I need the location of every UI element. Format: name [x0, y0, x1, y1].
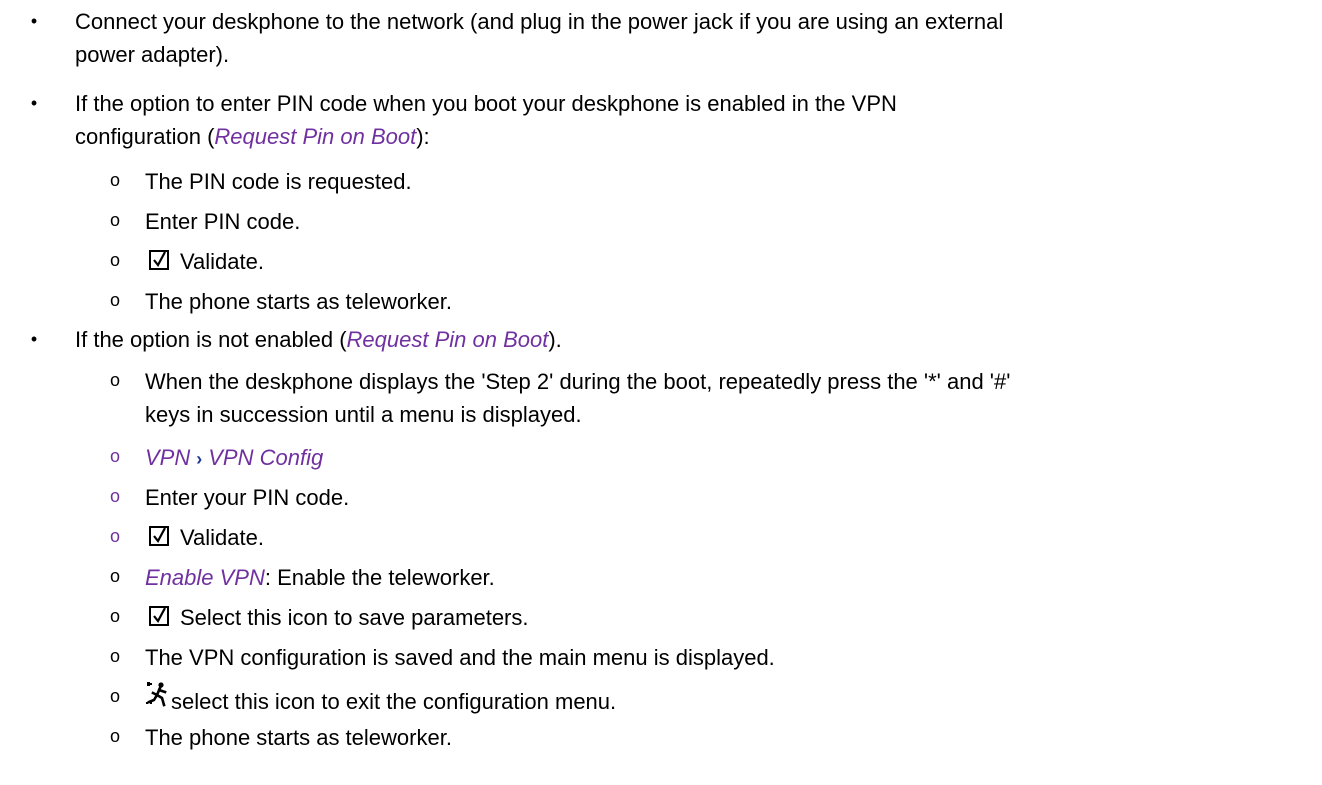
bullet-pin-enabled: • If the option to enter PIN code when y…	[31, 87, 1302, 153]
sub-item: o Enter your PIN code.	[110, 481, 1302, 514]
sub-item-text: select this icon to exit the configurati…	[171, 689, 617, 714]
sub-item: o Validate.	[110, 521, 1302, 554]
sub-marker: o	[109, 728, 121, 748]
sub-item: o The phone starts as teleworker.	[110, 285, 1302, 318]
sub-item: o The VPN configuration is saved and the…	[110, 641, 1302, 674]
sub-item: o select this icon to exit the configura…	[110, 681, 1302, 718]
sub-marker: o	[109, 688, 121, 708]
sub-marker: o	[109, 252, 121, 272]
sub-item: o The phone starts as teleworker.	[110, 721, 1302, 754]
document-page: • Connect your deskphone to the network …	[0, 0, 1322, 785]
sub-item-text: Select this icon to save parameters.	[180, 605, 529, 630]
sub-item-text: keys in succession until a menu is displ…	[145, 402, 582, 427]
sub-item-text: Enter your PIN code.	[145, 485, 350, 510]
sub-item: o Select this icon to save parameters.	[110, 601, 1302, 634]
bullet-marker: •	[30, 93, 38, 113]
bullet-text: Connect your deskphone to the network (a…	[75, 9, 1004, 34]
running-man-exit-icon	[146, 682, 167, 707]
bullet-text: power adapter).	[75, 42, 230, 67]
request-pin-on-boot-link: Request Pin on Boot	[214, 124, 417, 149]
sub-marker: o	[109, 292, 121, 312]
checkbox-validate-icon	[149, 526, 169, 546]
sub-marker: o	[109, 448, 121, 468]
bullet-text: ):	[416, 124, 430, 149]
sub-marker: o	[109, 568, 121, 588]
bullet-text: configuration (	[75, 124, 215, 149]
sub-item: o When the deskphone displays the 'Step …	[110, 365, 1302, 431]
sub-marker: o	[109, 488, 121, 508]
bullet-text: If the option to enter PIN code when you…	[75, 91, 897, 116]
bullet-marker: •	[30, 11, 38, 31]
sub-item-text: When the deskphone displays the 'Step 2'…	[145, 369, 1011, 394]
sub-item-text: Validate.	[180, 525, 264, 550]
bullet-connect-deskphone: • Connect your deskphone to the network …	[31, 5, 1302, 71]
vpn-config-menu-link: VPN Config	[208, 445, 324, 470]
bullet-marker: •	[30, 329, 38, 349]
sub-marker: o	[109, 608, 121, 628]
sub-item-text: Validate.	[180, 249, 264, 274]
bullet-pin-not-enabled: • If the option is not enabled (Request …	[31, 323, 1302, 356]
enable-vpn-link: Enable VPN	[145, 565, 265, 590]
sub-marker: o	[109, 212, 121, 232]
sub-item: o The PIN code is requested.	[110, 165, 1302, 198]
chevron-right-icon: ›	[196, 449, 203, 469]
sub-item-text: The PIN code is requested.	[145, 169, 412, 194]
request-pin-on-boot-link: Request Pin on Boot	[346, 327, 549, 352]
bullet-text: If the option is not enabled (	[75, 327, 347, 352]
sub-item-text: The phone starts as teleworker.	[145, 289, 452, 314]
checkbox-validate-icon	[149, 250, 169, 270]
sub-item: o Enable VPN: Enable the teleworker.	[110, 561, 1302, 594]
sub-item-text: Enter PIN code.	[145, 209, 301, 234]
vpn-menu-link: VPN	[145, 445, 191, 470]
sub-item-text: : Enable the teleworker.	[264, 565, 495, 590]
sub-item-text: The phone starts as teleworker.	[145, 725, 452, 750]
bullet-text: ).	[548, 327, 562, 352]
sub-marker: o	[109, 372, 121, 392]
sub-item: o Enter PIN code.	[110, 205, 1302, 238]
checkbox-validate-icon	[149, 606, 169, 626]
sub-item-text: The VPN configuration is saved and the m…	[145, 645, 775, 670]
sub-marker: o	[109, 648, 121, 668]
sub-item: o Validate.	[110, 245, 1302, 278]
sub-marker: o	[109, 528, 121, 548]
sub-marker: o	[109, 172, 121, 192]
sub-item-vpn-path: o VPN › VPN Config	[110, 441, 1302, 476]
